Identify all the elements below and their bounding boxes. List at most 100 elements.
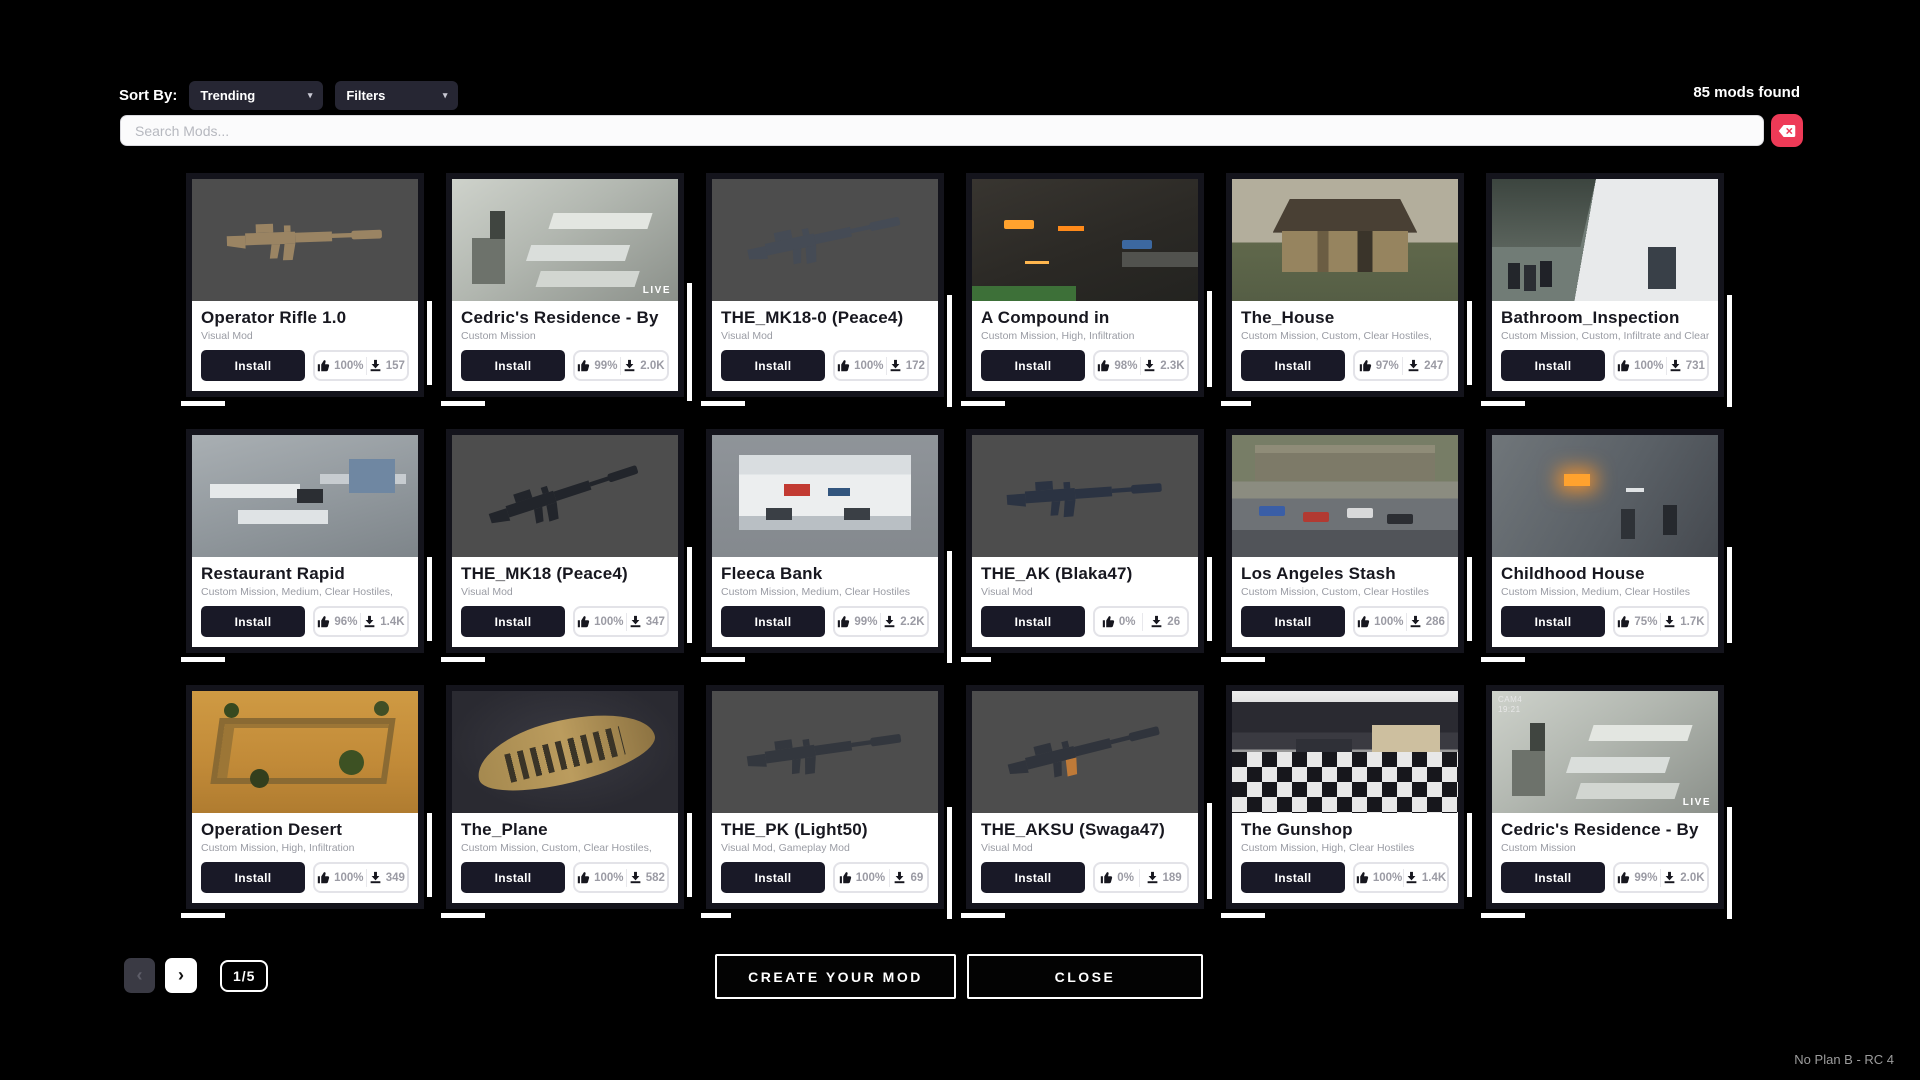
card-scrollbar-vertical[interactable]	[1207, 803, 1212, 899]
mod-card[interactable]: THE_MK18-0 (Peace4) Visual Mod Install 1…	[706, 173, 944, 397]
card-scrollbar-horizontal[interactable]	[1221, 913, 1265, 918]
mod-tags: Custom Mission, Custom, Clear Hostiles,	[461, 842, 669, 854]
card-scrollbar-vertical[interactable]	[947, 551, 952, 663]
install-button[interactable]: Install	[1501, 350, 1605, 381]
card-scrollbar-vertical[interactable]	[1467, 301, 1472, 385]
card-scrollbar-horizontal[interactable]	[1221, 401, 1251, 406]
card-scrollbar-horizontal[interactable]	[181, 657, 225, 662]
mod-card[interactable]: CAM4 19:21 LIVE Cedric's Residence - By …	[1486, 685, 1724, 909]
mod-info: THE_MK18 (Peace4) Visual Mod Install 100…	[452, 557, 678, 647]
install-button[interactable]: Install	[721, 862, 825, 893]
clear-search-button[interactable]	[1771, 114, 1803, 147]
install-button[interactable]: Install	[461, 862, 565, 893]
install-button[interactable]: Install	[721, 606, 825, 637]
mod-stats: 100% 1.4K	[1353, 862, 1449, 893]
like-percentage: 97%	[1376, 360, 1399, 372]
install-button[interactable]: Install	[981, 862, 1085, 893]
card-scrollbar-horizontal[interactable]	[1481, 657, 1525, 662]
stats-divider	[1139, 869, 1140, 887]
mod-card[interactable]: Operation Desert Custom Mission, High, I…	[186, 685, 424, 909]
card-scrollbar-vertical[interactable]	[1467, 557, 1472, 641]
next-page-button[interactable]: ›	[165, 958, 197, 993]
download-count: 157	[386, 360, 405, 372]
mod-card[interactable]: THE_PK (Light50) Visual Mod, Gameplay Mo…	[706, 685, 944, 909]
card-scrollbar-horizontal[interactable]	[961, 657, 991, 662]
mod-card[interactable]: The_Plane Custom Mission, Custom, Clear …	[446, 685, 684, 909]
card-scrollbar-vertical[interactable]	[687, 283, 692, 401]
previous-page-button[interactable]: ‹	[124, 958, 155, 993]
mod-card[interactable]: Fleeca Bank Custom Mission, Medium, Clea…	[706, 429, 944, 653]
download-icon	[1143, 359, 1156, 372]
card-scrollbar-vertical[interactable]	[1727, 295, 1732, 407]
card-scrollbar-horizontal[interactable]	[961, 913, 1005, 918]
mod-title: THE_PK (Light50)	[721, 820, 929, 840]
page-indicator: 1/5	[220, 960, 268, 992]
install-button[interactable]: Install	[201, 606, 305, 637]
card-scrollbar-vertical[interactable]	[427, 301, 432, 385]
card-scrollbar-horizontal[interactable]	[701, 401, 745, 406]
card-scrollbar-horizontal[interactable]	[1481, 401, 1525, 406]
sort-dropdown[interactable]: Trending ▾	[189, 81, 323, 110]
mod-card[interactable]: Restaurant Rapid Custom Mission, Medium,…	[186, 429, 424, 653]
filters-dropdown[interactable]: Filters ▾	[335, 81, 458, 110]
card-scrollbar-vertical[interactable]	[947, 807, 952, 919]
mod-card[interactable]: The_House Custom Mission, Custom, Clear …	[1226, 173, 1464, 397]
mod-card[interactable]: The Gunshop Custom Mission, High, Clear …	[1226, 685, 1464, 909]
card-scrollbar-horizontal[interactable]	[441, 657, 485, 662]
install-button[interactable]: Install	[1241, 862, 1345, 893]
mod-card[interactable]: Bathroom_Inspection Custom Mission, Cust…	[1486, 173, 1724, 397]
like-percentage: 75%	[1634, 616, 1657, 628]
thumbs-up-icon	[1097, 359, 1110, 372]
install-button[interactable]: Install	[1501, 606, 1605, 637]
rifle-render	[479, 445, 651, 547]
card-scrollbar-horizontal[interactable]	[441, 401, 485, 406]
install-button[interactable]: Install	[201, 862, 305, 893]
sort-dropdown-value: Trending	[200, 88, 255, 103]
card-scrollbar-horizontal[interactable]	[1221, 657, 1265, 662]
stats-divider	[1406, 613, 1407, 631]
download-count: 1.7K	[1680, 616, 1704, 628]
card-scrollbar-horizontal[interactable]	[701, 657, 745, 662]
mod-thumbnail	[452, 691, 678, 813]
install-button[interactable]: Install	[201, 350, 305, 381]
mod-info: Restaurant Rapid Custom Mission, Medium,…	[192, 557, 418, 647]
mod-card[interactable]: Childhood House Custom Mission, Medium, …	[1486, 429, 1724, 653]
card-scrollbar-vertical[interactable]	[1467, 813, 1472, 897]
card-scrollbar-horizontal[interactable]	[961, 401, 1005, 406]
create-your-mod-button[interactable]: CREATE YOUR MOD	[715, 954, 956, 999]
install-button[interactable]: Install	[461, 606, 565, 637]
install-button[interactable]: Install	[461, 350, 565, 381]
card-scrollbar-horizontal[interactable]	[181, 401, 225, 406]
download-icon	[1669, 359, 1682, 372]
card-scrollbar-vertical[interactable]	[1727, 807, 1732, 919]
install-button[interactable]: Install	[1241, 606, 1345, 637]
card-scrollbar-horizontal[interactable]	[1481, 913, 1525, 918]
card-scrollbar-vertical[interactable]	[1207, 557, 1212, 641]
mod-card[interactable]: LIVE Cedric's Residence - By Custom Miss…	[446, 173, 684, 397]
download-count: 69	[910, 872, 923, 884]
card-scrollbar-horizontal[interactable]	[181, 913, 225, 918]
card-scrollbar-vertical[interactable]	[1207, 291, 1212, 387]
mod-card[interactable]: A Compound in Custom Mission, High, Infi…	[966, 173, 1204, 397]
install-button[interactable]: Install	[1241, 350, 1345, 381]
mod-card[interactable]: THE_AKSU (Swaga47) Visual Mod Install 0%	[966, 685, 1204, 909]
mod-card[interactable]: THE_AK (Blaka47) Visual Mod Install 0%	[966, 429, 1204, 653]
install-button[interactable]: Install	[1501, 862, 1605, 893]
mod-card[interactable]: Operator Rifle 1.0 Visual Mod Install 10…	[186, 173, 424, 397]
close-button[interactable]: CLOSE	[967, 954, 1203, 999]
install-button[interactable]: Install	[721, 350, 825, 381]
card-scrollbar-vertical[interactable]	[687, 547, 692, 643]
card-scrollbar-horizontal[interactable]	[441, 913, 485, 918]
mod-card[interactable]: THE_MK18 (Peace4) Visual Mod Install 100…	[446, 429, 684, 653]
card-scrollbar-horizontal[interactable]	[701, 913, 731, 918]
mod-card[interactable]: Los Angeles Stash Custom Mission, Custom…	[1226, 429, 1464, 653]
card-scrollbar-vertical[interactable]	[427, 813, 432, 897]
likes-stat: 99%	[577, 359, 617, 372]
card-scrollbar-vertical[interactable]	[947, 295, 952, 407]
card-scrollbar-vertical[interactable]	[427, 557, 432, 641]
install-button[interactable]: Install	[981, 350, 1085, 381]
install-button[interactable]: Install	[981, 606, 1085, 637]
card-scrollbar-vertical[interactable]	[1727, 547, 1732, 643]
card-scrollbar-vertical[interactable]	[687, 813, 692, 897]
search-input[interactable]	[120, 115, 1764, 146]
